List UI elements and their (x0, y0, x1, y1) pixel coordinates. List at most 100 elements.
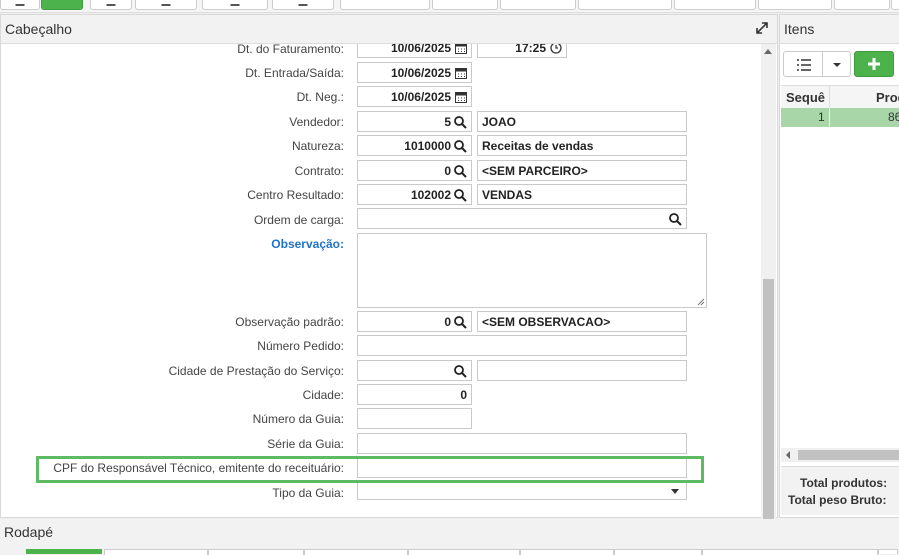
footer-tab[interactable] (614, 549, 702, 555)
tipo-guia-select[interactable] (357, 482, 687, 500)
centro-resultado-label: Centro Resultado: (247, 188, 344, 202)
contrato-code-field[interactable]: 0 (357, 160, 472, 181)
obs-padrao-label: Observação padrão: (235, 315, 344, 329)
dt-neg-label: Dt. Neg.: (296, 90, 344, 104)
obs-padrao-desc-field: <SEM OBSERVACAO> (477, 311, 687, 332)
items-table-header: Sequê Prod (781, 85, 899, 109)
toolbar-button-8[interactable] (432, 0, 498, 10)
cidade-field[interactable]: 0 (357, 384, 472, 405)
column-divider (829, 108, 830, 127)
items-hscrollbar[interactable] (781, 448, 899, 462)
list-icon (797, 59, 811, 71)
column-header-seq[interactable]: Sequê (786, 90, 825, 105)
totals-area: Total produtos: Total peso Bruto: (781, 466, 899, 515)
hscroll-thumb[interactable] (798, 450, 899, 460)
centro-resultado-code-field[interactable]: 102002 (357, 184, 472, 205)
toolbar-button-14[interactable] (891, 0, 899, 10)
list-view-dropdown-button[interactable] (823, 51, 851, 77)
dt-faturamento-date-field[interactable]: 10/06/2025 (357, 44, 472, 58)
column-header-prod[interactable]: Prod (876, 90, 899, 105)
menu-icon (15, 0, 25, 6)
numero-pedido-label: Número Pedido: (257, 339, 344, 353)
list-view-button[interactable] (783, 51, 823, 77)
dt-entrada-label: Dt. Entrada/Saída: (245, 66, 344, 80)
scroll-up-arrow-icon[interactable] (764, 49, 772, 54)
cidade-servico-desc-field (477, 360, 687, 381)
toolbar-menu-button[interactable] (0, 0, 40, 10)
centro-resultado-desc-field: VENDAS (477, 184, 687, 205)
vendedor-label: Vendedor: (289, 115, 344, 129)
toolbar-search-button[interactable] (135, 0, 197, 10)
serie-guia-label: Série da Guia: (267, 437, 344, 451)
numero-guia-label: Número da Guia: (252, 412, 344, 426)
footer-tab[interactable] (304, 549, 408, 555)
toolbar-settings-button[interactable] (272, 0, 334, 10)
obs-padrao-code-field[interactable]: 0 (357, 311, 472, 332)
calendar-icon[interactable] (455, 44, 467, 54)
expand-icon[interactable] (755, 21, 769, 35)
cell-seq: 1 (818, 110, 825, 124)
toolbar-button-7[interactable] (340, 0, 430, 10)
dt-faturamento-label: Dt. do Faturamento: (237, 44, 344, 56)
table-row[interactable]: 1 86 (781, 108, 899, 127)
toolbar-confirm-button[interactable] (41, 0, 83, 10)
search-icon[interactable] (669, 213, 682, 226)
search-icon[interactable] (454, 316, 467, 329)
dt-faturamento-time-field[interactable]: 17:25 (477, 44, 567, 58)
search-icon[interactable] (454, 116, 467, 129)
tipo-guia-label: Tipo da Guia: (272, 486, 344, 500)
calendar-icon[interactable] (455, 67, 467, 79)
footer-tab[interactable] (208, 549, 304, 555)
items-panel: Itens Sequê Prod 1 86 Total produtos: To… (779, 14, 899, 518)
highlight-box (36, 456, 704, 483)
header-panel-title: Cabeçalho (1, 15, 777, 44)
footer-tab[interactable] (104, 549, 208, 555)
observacao-label: Observação: (271, 237, 344, 251)
ordem-carga-field[interactable] (357, 208, 687, 229)
items-panel-title: Itens (780, 15, 899, 44)
header-panel: Cabeçalho Dt. do Faturamento: 10/06/2025… (0, 14, 778, 541)
numero-guia-field[interactable] (357, 408, 472, 429)
chevron-down-icon (833, 63, 841, 67)
add-item-button[interactable] (854, 51, 894, 77)
footer-tab-active[interactable] (26, 549, 102, 554)
toolbar-document-button[interactable] (202, 0, 268, 10)
search-icon[interactable] (454, 140, 467, 153)
numero-pedido-field[interactable] (357, 335, 687, 356)
search-icon[interactable] (454, 365, 467, 378)
footer-tab[interactable] (520, 549, 614, 555)
toolbar-button-9[interactable] (500, 0, 576, 10)
toolbar-button-12[interactable] (758, 0, 832, 10)
observacao-textarea[interactable] (357, 233, 707, 308)
cidade-servico-code-field[interactable] (357, 360, 472, 381)
ordem-carga-label: Ordem de carga: (253, 213, 344, 227)
resize-handle-icon[interactable] (697, 298, 705, 306)
search-icon[interactable] (454, 189, 467, 202)
natureza-code-field[interactable]: 1010000 (357, 135, 472, 156)
serie-guia-field[interactable] (357, 433, 687, 454)
toolbar-button-10[interactable] (578, 0, 672, 10)
column-divider (829, 86, 830, 108)
header-scrollbar[interactable] (761, 44, 776, 541)
scroll-thumb[interactable] (763, 279, 774, 541)
total-peso-label: Total peso Bruto: (788, 493, 887, 507)
footer-tab[interactable] (702, 549, 878, 555)
gear-icon (298, 0, 308, 6)
clock-icon[interactable] (550, 44, 562, 54)
footer-tab[interactable] (408, 549, 520, 555)
cell-prod: 86 (888, 110, 899, 124)
toolbar-button-13[interactable] (834, 0, 890, 10)
vendedor-code-field[interactable]: 5 (357, 111, 472, 132)
toolbar-button-11[interactable] (674, 0, 756, 10)
search-icon[interactable] (454, 165, 467, 178)
cidade-label: Cidade: (302, 388, 344, 402)
items-panel-label: Itens (784, 21, 815, 37)
toolbar-delete-button[interactable] (90, 0, 132, 10)
footer-panel: Rodapé (0, 519, 899, 555)
footer-tab[interactable] (878, 549, 898, 554)
scroll-left-arrow-icon[interactable] (786, 451, 790, 459)
cidade-servico-label: Cidade de Prestação do Serviço: (168, 364, 344, 378)
dt-entrada-field[interactable]: 10/06/2025 (357, 62, 472, 83)
dt-neg-field[interactable]: 10/06/2025 (357, 86, 472, 107)
calendar-icon[interactable] (455, 91, 467, 103)
